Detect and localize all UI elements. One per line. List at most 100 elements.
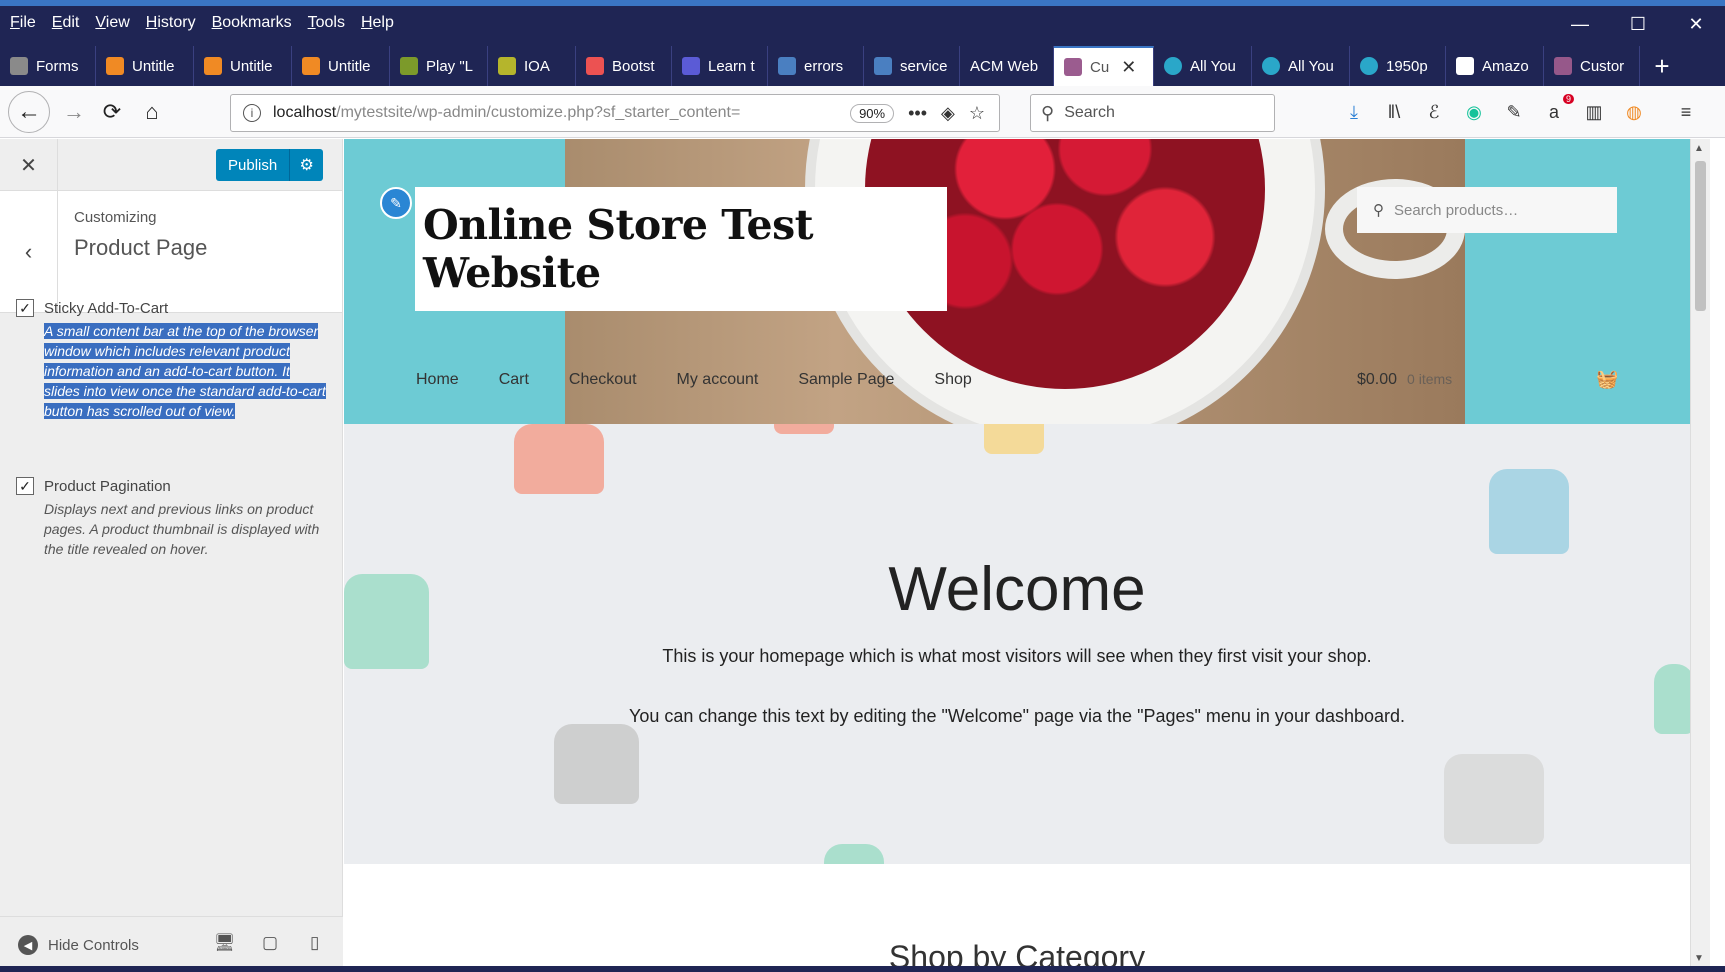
gear-icon[interactable]: ⚙ — [289, 149, 323, 181]
nav-my-account[interactable]: My account — [677, 371, 759, 389]
tab[interactable]: Bootst — [576, 46, 672, 86]
nav-cart[interactable]: Cart — [499, 371, 529, 389]
tab-active[interactable]: Cu ✕ — [1054, 46, 1154, 86]
close-window-button[interactable]: ✕ — [1667, 6, 1725, 42]
learn-icon — [682, 57, 700, 75]
option-header: ✓ Product Pagination — [16, 477, 326, 495]
duckduckgo-icon[interactable]: ◍ — [1620, 98, 1648, 126]
amazon-assistant-icon[interactable]: a9 — [1540, 94, 1574, 126]
url-bar[interactable]: i localhost/mytestsite/wp-admin/customiz… — [230, 94, 1000, 132]
checkbox[interactable]: ✓ — [16, 299, 34, 317]
edit-shortcut-pencil-icon[interactable]: ✎ — [380, 187, 412, 219]
pocket-icon[interactable]: ◈ — [941, 103, 955, 124]
product-search-input[interactable]: ⚲ Search products… — [1357, 187, 1617, 233]
page-actions-icon[interactable]: ••• — [908, 103, 927, 124]
tab[interactable]: All You — [1154, 46, 1252, 86]
desktop-preview-icon[interactable]: 🖥 — [214, 933, 236, 953]
url-text[interactable]: localhost/mytestsite/wp-admin/customize.… — [273, 104, 850, 122]
nav-sample-page[interactable]: Sample Page — [798, 371, 894, 389]
customizing-label: Customizing — [74, 209, 157, 226]
tab[interactable]: All You — [1252, 46, 1350, 86]
option-product-pagination: ✓ Product Pagination Displays next and p… — [16, 477, 326, 559]
woo-icon — [1064, 58, 1082, 76]
menu-file[interactable]: File — [10, 14, 36, 32]
menu-history[interactable]: History — [146, 14, 196, 32]
minimize-button[interactable]: — — [1551, 6, 1609, 42]
menu-view[interactable]: View — [95, 14, 129, 32]
bookmark-star-icon[interactable]: ☆ — [969, 103, 985, 124]
download-icon[interactable]: ⤓ — [1340, 98, 1368, 126]
url-path: /mytestsite/wp-admin/customize.php?sf_st… — [336, 104, 741, 121]
home-icon[interactable]: ⌂ — [134, 94, 170, 130]
tab[interactable]: Amazo — [1446, 46, 1544, 86]
publish-button-group: Publish ⚙ — [216, 149, 324, 181]
sidebar-toggle-icon[interactable]: ▥ — [1580, 98, 1608, 126]
nav-checkout[interactable]: Checkout — [569, 371, 637, 389]
tab[interactable]: errors — [768, 46, 864, 86]
scroll-thumb[interactable] — [1695, 161, 1706, 311]
tab[interactable]: service — [864, 46, 960, 86]
nav-shop[interactable]: Shop — [934, 371, 971, 389]
menu-edit[interactable]: Edit — [52, 14, 80, 32]
w-icon — [1554, 57, 1572, 75]
menu-bookmarks[interactable]: Bookmarks — [212, 14, 292, 32]
browser-search-input[interactable]: ⚲ Search — [1030, 94, 1275, 132]
close-customizer-button[interactable]: ✕ — [0, 139, 58, 191]
scroll-down-icon[interactable]: ▼ — [1694, 953, 1704, 964]
publish-button[interactable]: Publish — [216, 157, 289, 174]
mobile-preview-icon[interactable]: ▯ — [310, 933, 319, 953]
welcome-paragraph: You can change this text by editing the … — [628, 706, 1406, 726]
header-cart[interactable]: $0.00 0 items — [1357, 371, 1452, 389]
option-description: Displays next and previous links on prod… — [44, 501, 320, 557]
new-tab-button[interactable]: + — [1640, 46, 1684, 86]
nav-home[interactable]: Home — [416, 371, 459, 389]
shirt-illustration — [514, 424, 604, 494]
tablet-preview-icon[interactable]: ▢ — [262, 933, 278, 953]
back-arrow-icon[interactable]: ← — [8, 91, 50, 133]
tab[interactable]: Untitle — [292, 46, 390, 86]
preview-scrollbar[interactable]: ▲ ▼ — [1690, 139, 1710, 972]
menu-help[interactable]: Help — [361, 14, 394, 32]
tab[interactable]: ACM Web — [960, 46, 1054, 86]
library-icon[interactable]: ‖\ — [1380, 98, 1408, 126]
tab[interactable]: 1950p — [1350, 46, 1446, 86]
basket-icon[interactable]: 🧺 — [1596, 369, 1618, 390]
tab[interactable]: Untitle — [96, 46, 194, 86]
evernote-icon[interactable]: ℰ — [1420, 98, 1448, 126]
shirt-illustration — [824, 844, 884, 864]
grammarly-icon[interactable]: ◉ — [1460, 98, 1488, 126]
tab-label: Cu — [1090, 58, 1110, 76]
site-title[interactable]: Online Store Test Website — [423, 201, 947, 297]
reload-icon[interactable]: ⟳ — [94, 94, 130, 130]
hamburger-menu-icon[interactable]: ≡ — [1672, 98, 1700, 126]
tab-label: service — [900, 57, 948, 75]
tab-label: Play "L — [426, 57, 474, 75]
tab[interactable]: Forms — [0, 46, 96, 86]
tab[interactable]: Play "L — [390, 46, 488, 86]
hoodie-illustration — [554, 724, 639, 804]
tab[interactable]: Learn t — [672, 46, 768, 86]
globe-icon — [778, 57, 796, 75]
zoom-level[interactable]: 90% — [850, 103, 895, 123]
forward-arrow-icon[interactable]: → — [56, 94, 92, 130]
search-placeholder: Search — [1064, 104, 1115, 121]
tab-label: Custor — [1580, 57, 1625, 75]
tab[interactable]: Custor — [1544, 46, 1640, 86]
eyedropper-icon[interactable]: ✎ — [1500, 98, 1528, 126]
scroll-up-icon[interactable]: ▲ — [1694, 143, 1704, 154]
section-title: Product Page — [74, 235, 208, 260]
collapse-icon: ◀ — [18, 935, 38, 955]
menu-tools[interactable]: Tools — [308, 14, 345, 32]
hide-controls-button[interactable]: ◀ Hide Controls — [18, 935, 139, 955]
maximize-button[interactable]: ☐ — [1609, 6, 1667, 42]
tab[interactable]: IOA — [488, 46, 576, 86]
checkbox[interactable]: ✓ — [16, 477, 34, 495]
tab-close-icon[interactable]: ✕ — [1121, 57, 1136, 78]
shirt-illustration — [984, 424, 1044, 454]
back-chevron-icon[interactable]: ‹ — [0, 191, 58, 313]
site-info-icon[interactable]: i — [243, 104, 261, 122]
tab-label: All You — [1288, 57, 1334, 75]
globe-icon — [874, 57, 892, 75]
tab[interactable]: Untitle — [194, 46, 292, 86]
tab-label: Untitle — [328, 57, 371, 75]
